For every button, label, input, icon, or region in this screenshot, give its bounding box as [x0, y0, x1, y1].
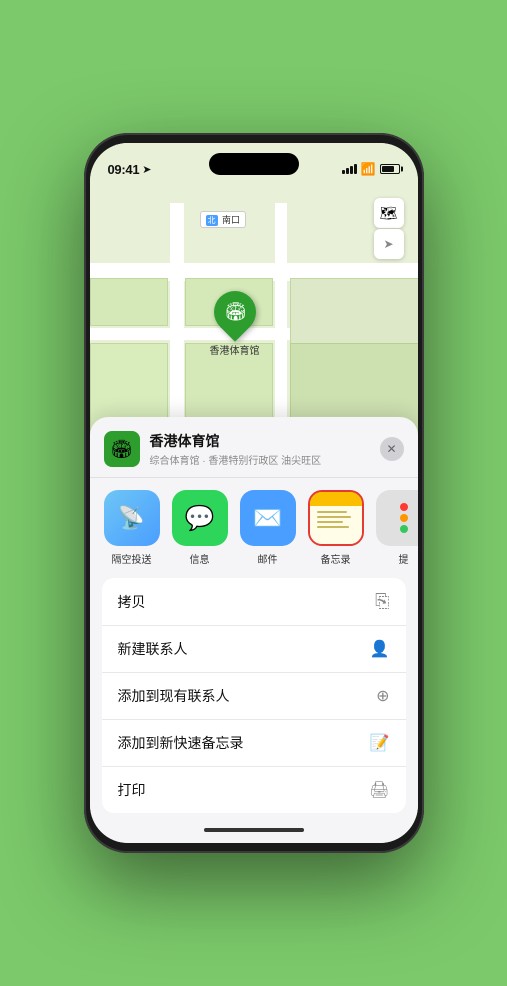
airdrop-icon: 📡 [118, 505, 145, 531]
venue-subtitle: 综合体育馆 · 香港特别行政区 油尖旺区 [150, 452, 370, 467]
share-item-messages[interactable]: 💬 信息 [172, 490, 228, 566]
action-row-new-contact[interactable]: 新建联系人 👤 [102, 626, 406, 673]
action-row-add-notes[interactable]: 添加到新快速备忘录 📝 [102, 720, 406, 767]
action-row-print[interactable]: 打印 🖨 [102, 767, 406, 813]
add-notes-label: 添加到新快速备忘录 [118, 733, 244, 753]
map-view-button[interactable]: 🗺 [374, 198, 404, 228]
more-icon-wrap [376, 490, 418, 546]
messages-icon-wrap: 💬 [172, 490, 228, 546]
mail-label: 邮件 [258, 551, 278, 566]
airdrop-label: 隔空投送 [112, 551, 152, 566]
new-contact-icon: 👤 [370, 639, 390, 659]
notes-icon-wrap [308, 490, 364, 546]
share-row: 📡 隔空投送 💬 信息 ✉️ 邮件 [90, 478, 418, 578]
marker-pin: 🏟 [205, 282, 264, 341]
mail-icon: ✉️ [253, 504, 283, 533]
action-row-add-existing[interactable]: 添加到现有联系人 ⊕ [102, 673, 406, 720]
messages-label: 信息 [190, 551, 210, 566]
add-existing-icon: ⊕ [376, 686, 389, 706]
copy-icon: ⎘ [375, 591, 389, 612]
venue-name: 香港体育馆 [150, 431, 370, 451]
signal-icon [342, 164, 357, 174]
copy-label: 拷贝 [118, 592, 146, 612]
messages-icon: 💬 [185, 504, 215, 533]
add-notes-icon: 📝 [370, 733, 390, 753]
more-label: 提 [399, 551, 409, 566]
print-label: 打印 [118, 780, 146, 800]
share-item-airdrop[interactable]: 📡 隔空投送 [104, 490, 160, 566]
add-existing-label: 添加到现有联系人 [118, 686, 230, 706]
home-bar [204, 828, 304, 832]
action-row-copy[interactable]: 拷贝 ⎘ [102, 578, 406, 626]
share-item-mail[interactable]: ✉️ 邮件 [240, 490, 296, 566]
stadium-marker: 🏟 香港体育馆 [210, 291, 260, 357]
location-arrow-icon: ➤ [142, 163, 151, 176]
dynamic-island [209, 153, 299, 175]
map-entrance-label: 北 南口 [200, 211, 247, 228]
status-icons: 📶 [342, 162, 400, 176]
home-indicator [90, 821, 418, 843]
share-item-more[interactable]: 提 [376, 490, 418, 566]
bottom-sheet: 🏟 香港体育馆 综合体育馆 · 香港特别行政区 油尖旺区 ✕ 📡 隔空投送 [90, 417, 418, 843]
status-time: 09:41 [108, 162, 140, 177]
venue-header: 🏟 香港体育馆 综合体育馆 · 香港特别行政区 油尖旺区 ✕ [90, 417, 418, 478]
close-button[interactable]: ✕ [380, 437, 404, 461]
venue-info: 香港体育馆 综合体育馆 · 香港特别行政区 油尖旺区 [150, 431, 370, 467]
location-icon: ➤ [383, 237, 393, 251]
phone-frame: 09:41 ➤ 📶 [84, 133, 424, 853]
location-button[interactable]: ➤ [374, 229, 404, 259]
battery-icon [380, 164, 400, 174]
phone-screen: 09:41 ➤ 📶 [90, 143, 418, 843]
venue-icon: 🏟 [104, 431, 140, 467]
share-item-notes[interactable]: 备忘录 [308, 490, 364, 566]
print-icon: 🖨 [369, 780, 389, 800]
airdrop-icon-wrap: 📡 [104, 490, 160, 546]
marker-label: 香港体育馆 [210, 342, 260, 357]
map-icon: 🗺 [380, 205, 398, 222]
notes-label: 备忘录 [321, 551, 351, 566]
map-controls: 🗺 ➤ [374, 198, 404, 259]
new-contact-label: 新建联系人 [118, 639, 188, 659]
mail-icon-wrap: ✉️ [240, 490, 296, 546]
wifi-icon: 📶 [361, 162, 376, 176]
action-list: 拷贝 ⎘ 新建联系人 👤 添加到现有联系人 ⊕ 添加到新快速备忘录 📝 打印 [102, 578, 406, 813]
